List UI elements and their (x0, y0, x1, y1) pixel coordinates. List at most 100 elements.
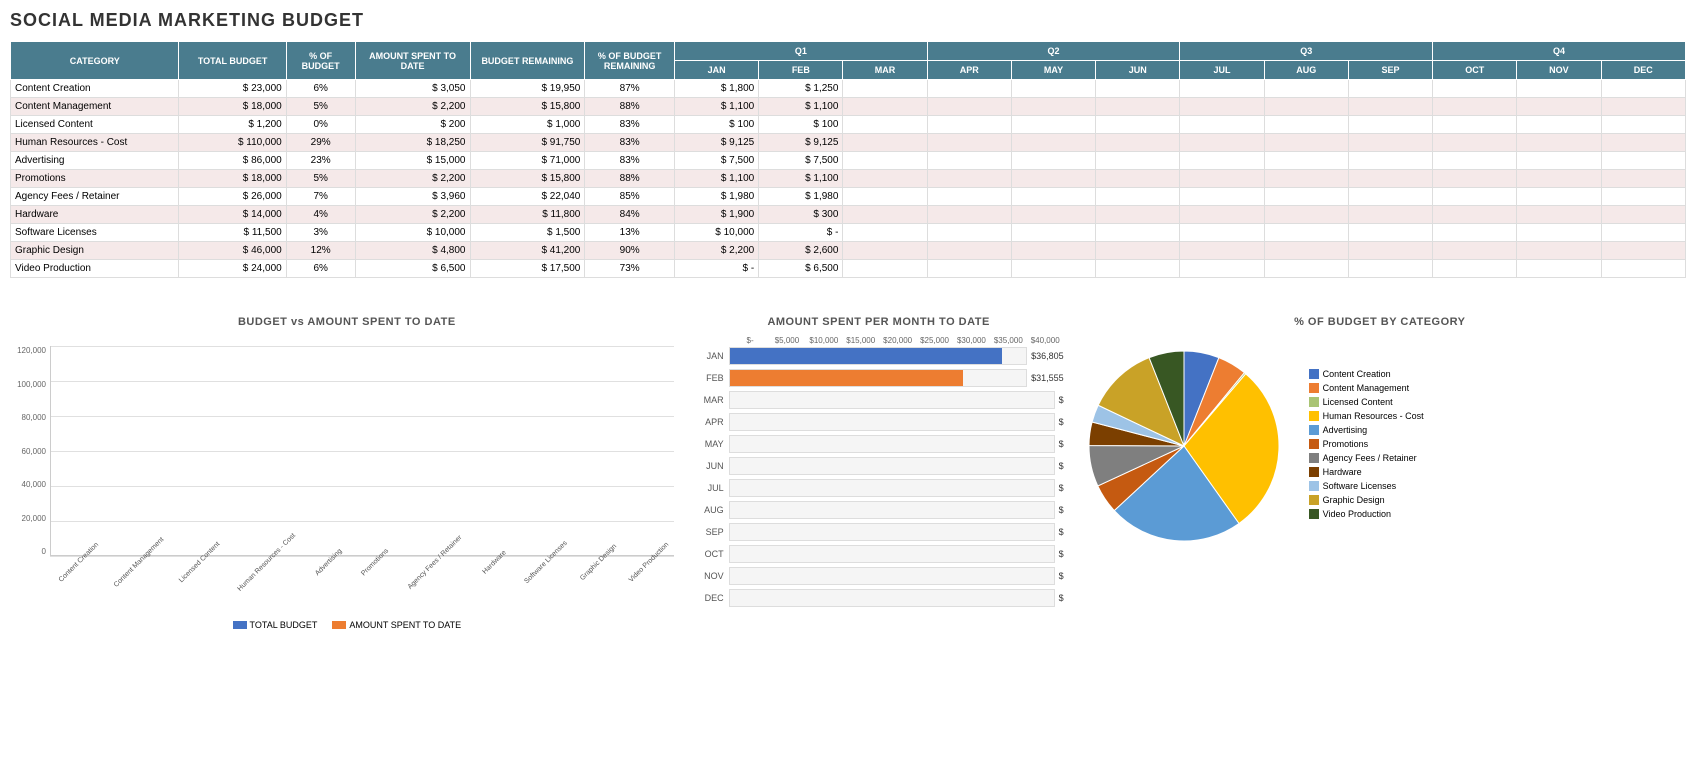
pie-legend-item: Advertising (1309, 425, 1424, 435)
table-row: Software Licenses$ 11,5003%$ 10,000$ 1,5… (11, 224, 1686, 242)
hbar-row: SEP $ (694, 523, 1064, 541)
bar-group (165, 346, 221, 555)
col-sep: SEP (1348, 61, 1432, 80)
col-apr: APR (927, 61, 1011, 80)
legend-amount-spent: AMOUNT SPENT TO DATE (332, 620, 461, 630)
hbar-value-label: $ (1059, 571, 1064, 581)
pie-legend-label: Content Management (1323, 383, 1410, 393)
bar-chart-inner (50, 346, 674, 556)
pie-legend-label: Advertising (1323, 425, 1368, 435)
table-row: Graphic Design$ 46,00012%$ 4,800$ 41,200… (11, 242, 1686, 260)
bar-group (447, 346, 503, 555)
table-row: Promotions$ 18,0005%$ 2,200$ 15,80088%$ … (11, 170, 1686, 188)
hbar-value-label: $ (1059, 593, 1064, 603)
hbar-value-label: $ (1059, 549, 1064, 559)
hbar-month-label: JUN (694, 461, 729, 471)
col-header-amount-spent: AMOUNT SPENT TO DATE (355, 42, 470, 80)
col-dec: DEC (1601, 61, 1685, 80)
pie-chart-container: % OF BUDGET BY CATEGORY Content Creation… (1074, 316, 1686, 630)
bar-group (503, 346, 559, 555)
hbar-month-label: OCT (694, 549, 729, 559)
pie-legend-label: Software Licenses (1323, 481, 1397, 491)
pie-legend-item: Promotions (1309, 439, 1424, 449)
bar-chart: 120,000100,00080,00060,00040,00020,0000 … (10, 336, 684, 616)
pie-legend-color-box (1309, 411, 1319, 421)
hbar-value-label: $ (1059, 439, 1064, 449)
hbar-month-label: MAY (694, 439, 729, 449)
table-row: Agency Fees / Retainer$ 26,0007%$ 3,960$… (11, 188, 1686, 206)
hbar-row: NOV $ (694, 567, 1064, 585)
bar-group (615, 346, 671, 555)
col-nov: NOV (1517, 61, 1601, 80)
hbar-row: JUN $ (694, 457, 1064, 475)
hbar-month-label: JAN (694, 351, 729, 361)
pie-legend-color-box (1309, 369, 1319, 379)
pie-container: Content Creation Content Management Licens… (1074, 336, 1686, 556)
hbar-month-label: SEP (694, 527, 729, 537)
hbar-month-label: FEB (694, 373, 729, 383)
hbar-row: MAY $ (694, 435, 1064, 453)
col-header-budget-remaining: BUDGET REMAINING (470, 42, 585, 80)
col-oct: OCT (1433, 61, 1517, 80)
pie-legend-color-box (1309, 481, 1319, 491)
col-header-pct-remaining: % OF BUDGET REMAINING (585, 42, 675, 80)
pie-legend-item: Software Licenses (1309, 481, 1424, 491)
pie-chart-title: % OF BUDGET BY CATEGORY (1074, 316, 1686, 328)
hbar-month-label: APR (694, 417, 729, 427)
pie-legend-item: Content Creation (1309, 369, 1424, 379)
hbar-month-label: DEC (694, 593, 729, 603)
col-header-total-budget: TOTAL BUDGET (179, 42, 286, 80)
pie-legend-label: Content Creation (1323, 369, 1391, 379)
bar-group (278, 346, 334, 555)
pie-legend-item: Human Resources - Cost (1309, 411, 1424, 421)
hbar-row: APR $ (694, 413, 1064, 431)
col-mar: MAR (843, 61, 927, 80)
q1-header: Q1 (674, 42, 927, 61)
hbar-fill (730, 348, 1003, 364)
q3-header: Q3 (1180, 42, 1433, 61)
pie-legend-color-box (1309, 425, 1319, 435)
q2-header: Q2 (927, 42, 1180, 61)
hbar-value-label: $ (1059, 395, 1064, 405)
hbar-value-label: $ (1059, 417, 1064, 427)
col-jan: JAN (674, 61, 758, 80)
hbar-chart-title: AMOUNT SPENT PER MONTH TO DATE (694, 316, 1064, 328)
pie-legend-item: Agency Fees / Retainer (1309, 453, 1424, 463)
hbar-row: OCT $ (694, 545, 1064, 563)
legend-total-budget: TOTAL BUDGET (233, 620, 318, 630)
table-row: Advertising$ 86,00023%$ 15,000$ 71,00083… (11, 152, 1686, 170)
pie-legend-item: Video Production (1309, 509, 1424, 519)
table-row: Video Production$ 24,0006%$ 6,500$ 17,50… (11, 260, 1686, 278)
bar-chart-legend: TOTAL BUDGET AMOUNT SPENT TO DATE (10, 620, 684, 630)
budget-table: CATEGORY TOTAL BUDGET % OF BUDGET AMOUNT… (10, 41, 1686, 296)
hbar-row: MAR $ (694, 391, 1064, 409)
pie-legend-color-box (1309, 467, 1319, 477)
pie-legend-label: Licensed Content (1323, 397, 1393, 407)
hbar-value-label: $ (1059, 527, 1064, 537)
bar-chart-y-axis: 120,000100,00080,00060,00040,00020,0000 (10, 346, 50, 556)
col-jun: JUN (1096, 61, 1180, 80)
pie-legend-color-box (1309, 439, 1319, 449)
col-aug: AUG (1264, 61, 1348, 80)
table-row: Hardware$ 14,0004%$ 2,200$ 11,80084%$ 1,… (11, 206, 1686, 224)
bar-group (334, 346, 390, 555)
hbar-value-label: $ (1059, 483, 1064, 493)
table-row: Content Creation$ 23,0006%$ 3,050$ 19,95… (11, 80, 1686, 98)
hbar-value-label: $ (1059, 461, 1064, 471)
pie-legend-color-box (1309, 383, 1319, 393)
pie-legend-item: Content Management (1309, 383, 1424, 393)
page-title: SOCIAL MEDIA MARKETING BUDGET (10, 10, 1686, 31)
hbar-row: FEB$31,555 (694, 369, 1064, 387)
hbar-fill (730, 370, 964, 386)
hbar-month-label: NOV (694, 571, 729, 581)
pie-legend-label: Graphic Design (1323, 495, 1385, 505)
table-row: Human Resources - Cost$ 110,00029%$ 18,2… (11, 134, 1686, 152)
pie-legend-item: Hardware (1309, 467, 1424, 477)
hbar-month-label: AUG (694, 505, 729, 515)
pie-legend: Content Creation Content Management Licens… (1309, 369, 1424, 523)
pie-legend-color-box (1309, 397, 1319, 407)
bar-group (222, 346, 278, 555)
pie-legend-item: Licensed Content (1309, 397, 1424, 407)
hbar-month-label: MAR (694, 395, 729, 405)
pie-legend-label: Human Resources - Cost (1323, 411, 1424, 421)
